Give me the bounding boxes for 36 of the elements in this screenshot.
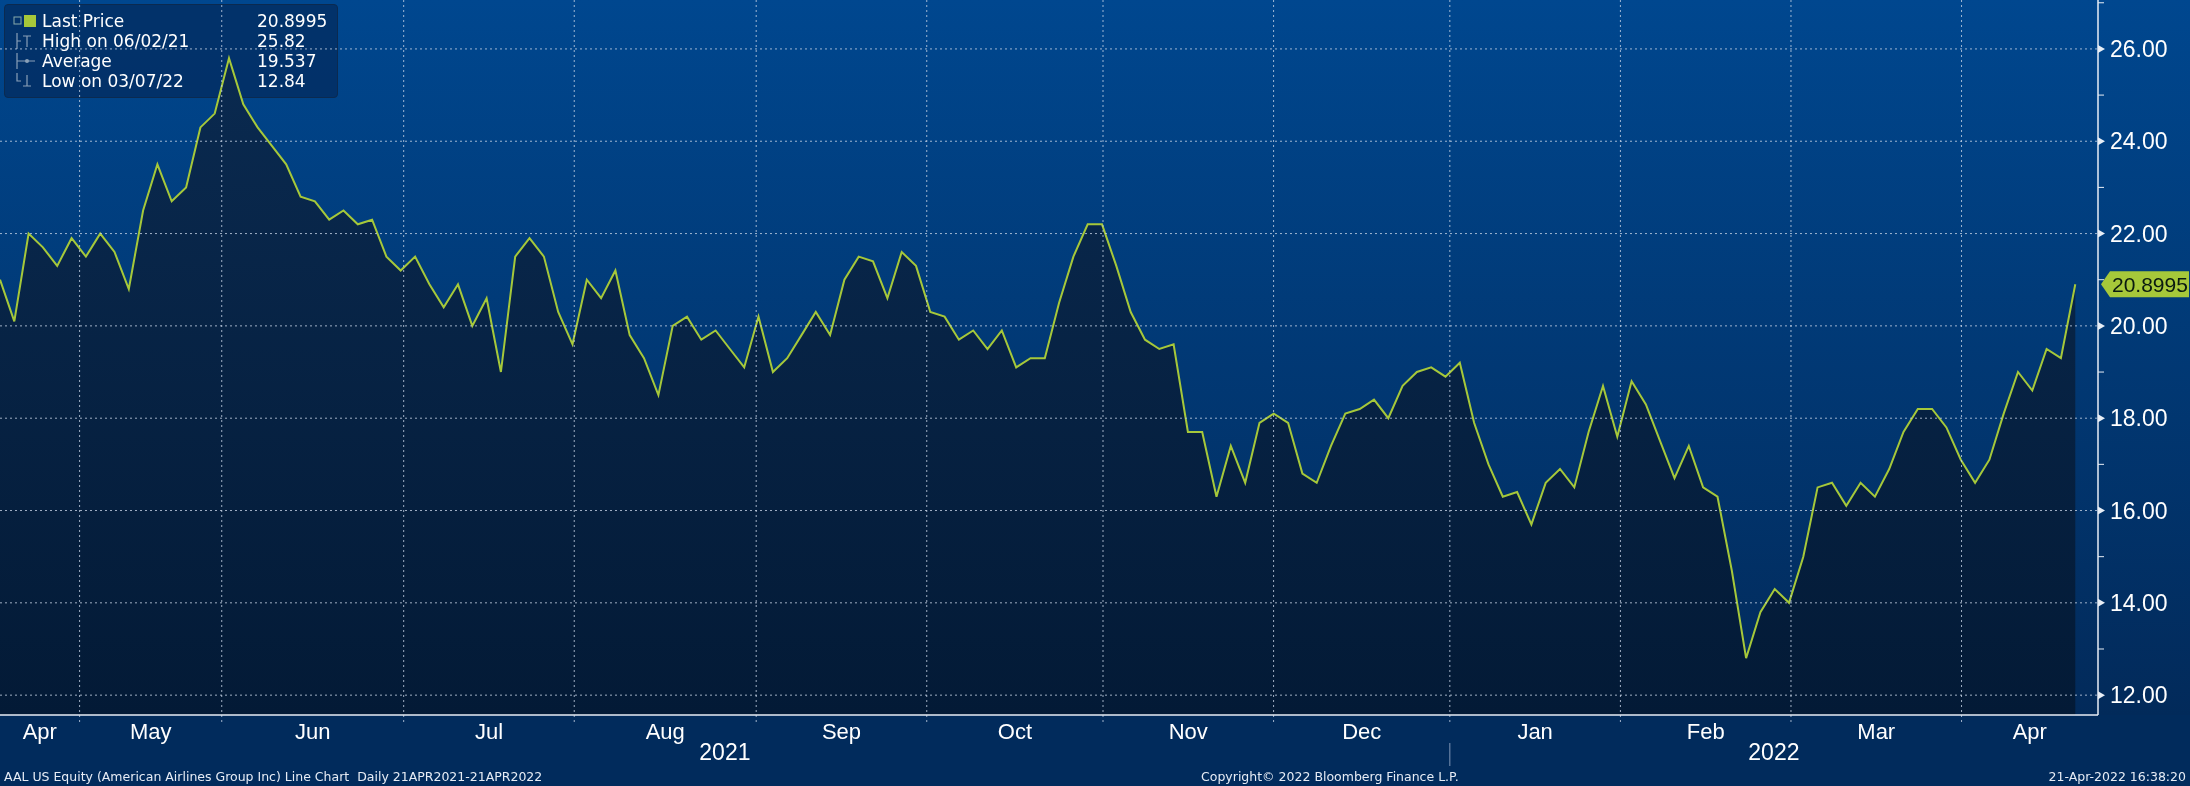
axis-tick-label: 20.00 (2110, 312, 2168, 339)
legend-label: High on 06/02/21 (42, 31, 191, 51)
last-price-tag: 20.8995 (2101, 271, 2189, 298)
month-label: Jun (294, 719, 331, 744)
axis-tick-label: 12.00 (2110, 682, 2168, 709)
legend-value: 12.84 (257, 71, 307, 91)
legend-value: 20.8995 (257, 11, 328, 31)
year-label: 2021 (699, 739, 751, 765)
month-label: Apr (2012, 719, 2047, 744)
month-label: Aug (645, 719, 685, 744)
month-label: Jul (474, 719, 504, 744)
copyright-text: Copyright© 2022 Bloomberg Finance L.P. (1201, 768, 1459, 784)
month-label: Sep (821, 719, 862, 744)
axis-tick-label: 16.00 (2110, 497, 2168, 524)
axis-tick-label: 14.00 (2110, 589, 2168, 616)
month-label: Mar (1857, 719, 1896, 744)
axis-tick-label: 22.00 (2110, 220, 2168, 247)
chart-description: AAL US Equity (American Airlines Group Inc) Line Chart Daily 21APR2021-21APR2022 (4, 768, 543, 784)
legend-value: 19.537 (257, 51, 318, 71)
legend-label: Average (42, 51, 113, 71)
average-marker-icon (13, 53, 37, 69)
month-label: Dec (1342, 719, 1382, 744)
month-label: Apr (22, 719, 57, 744)
legend-label: Last Price (42, 11, 126, 31)
year-label: 2022 (1748, 739, 1800, 765)
timestamp: 21-Apr-2022 16:38:20 (2048, 768, 2186, 784)
month-label: Nov (1168, 719, 1208, 744)
axis-tick-label: 26.00 (2110, 35, 2168, 62)
legend-label: Low on 03/07/22 (42, 71, 185, 91)
axis-tick-label: 18.00 (2110, 405, 2168, 432)
month-label: Oct (997, 719, 1032, 744)
month-label: May (129, 719, 172, 744)
legend-value: 25.82 (257, 31, 307, 51)
month-label: Jan (1517, 719, 1553, 744)
month-label: Feb (1686, 719, 1725, 744)
axis-tick-label: 24.00 (2110, 128, 2168, 155)
